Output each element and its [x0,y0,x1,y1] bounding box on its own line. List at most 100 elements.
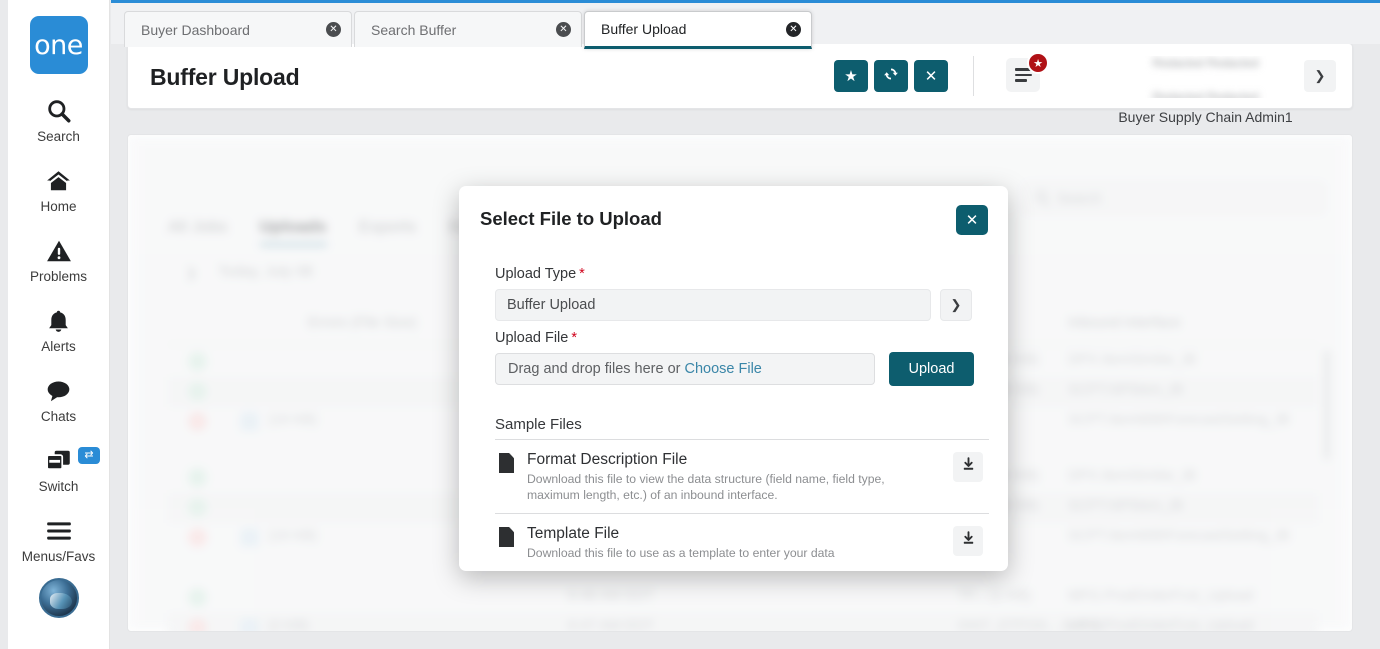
close-icon[interactable]: ✕ [556,22,571,37]
close-page-button[interactable]: ✕ [914,60,948,92]
cell-interface: MFG.ProdOrderFcst_Upload [1068,618,1253,632]
refresh-button[interactable] [874,60,908,92]
menu-notification-badge: ★ [1027,52,1049,74]
tab-label: Buffer Upload [601,21,778,37]
download-button[interactable] [953,452,983,482]
file-document-icon [499,527,514,547]
cell-interface: SCPT.NPIItem_IB [1068,382,1183,398]
choose-file-link[interactable]: Choose File [685,361,762,377]
tab-label: Search Buffer [371,22,548,38]
close-icon[interactable]: ✕ [326,22,341,37]
cell-file-size: TF... (1 KB) [958,588,1031,604]
table-row[interactable]: (2 KB) 6:47 AM EDT 0447_DTFGIt... (1 KB)… [168,613,1318,632]
avatar[interactable] [39,578,79,618]
upload-type-label: Upload Type* [495,266,585,282]
upload-type-select[interactable]: Buffer Upload [495,289,931,321]
status-ok-icon [188,468,207,487]
tab-exports[interactable]: Exports [359,217,417,246]
status-ok-icon [188,382,207,401]
sidebar-item-label: Menus/Favs [22,549,96,564]
sidebar-item-label: Home [40,199,76,214]
list-item: Format Description File Download this fi… [495,440,989,514]
upload-type-label-text: Upload Type [495,266,576,282]
sidebar-item-menus-favs[interactable]: Menus/Favs [8,516,109,564]
hamburger-icon [45,516,73,546]
tab-buffer-upload[interactable]: Buffer Upload ✕ [584,11,812,49]
download-icon[interactable] [240,528,259,547]
status-error-icon [188,618,207,632]
app-root: one Search Home Problems Alerts [0,0,1380,649]
user-name-line-1: Redacted Redacted [1118,56,1293,70]
sample-file-description: Download this file to view the data stru… [527,471,912,503]
chevron-down-icon: ❯ [1315,68,1326,84]
download-icon[interactable] [240,412,259,431]
dialog-close-button[interactable]: ✕ [956,205,988,235]
status-error-icon [188,528,207,547]
cell-job-start: 6:47 AM EDT [568,618,654,632]
user-menu-button[interactable]: ❯ [1304,60,1336,92]
chevron-down-icon[interactable]: ❯ [186,265,197,281]
sidebar-item-label: Alerts [41,339,76,354]
chat-bubble-icon [45,376,72,406]
chevron-down-icon: ❯ [951,297,962,313]
tab-buyer-dashboard[interactable]: Buyer Dashboard ✕ [124,11,352,47]
star-icon: ★ [1033,57,1043,70]
one-network-logo[interactable]: one [30,16,88,74]
cell-interface: DPX.ItemSimilar_IB [1068,468,1196,484]
column-errors: Errors (File Size) [308,315,417,331]
upload-type-value: Buffer Upload [507,297,595,313]
user-role-label: Buyer Supply Chain Admin1 [1113,109,1298,125]
jobs-search-input[interactable]: Search [1024,183,1324,213]
download-icon[interactable] [240,618,259,632]
required-marker: * [571,330,577,346]
upload-button[interactable]: Upload [889,352,974,386]
close-icon[interactable]: ✕ [786,22,801,37]
file-dropzone[interactable]: Drag and drop files here or Choose File [495,353,875,385]
warning-triangle-icon [46,236,72,266]
star-icon: ★ [844,67,857,85]
status-ok-icon [188,588,207,607]
cell-interface: DPX.ItemSimilar_IB [1068,352,1196,368]
jobs-tab-bar: All Jobs Uploads Exports Batch [168,217,492,246]
cell-interface: SCPT.ItemWithForecastSetting_IB [1068,412,1290,428]
upload-file-label-text: Upload File [495,330,568,346]
download-button[interactable] [953,526,983,556]
sidebar-item-label: Problems [30,269,87,284]
refresh-icon [883,66,899,86]
favorite-button[interactable]: ★ [834,60,868,92]
sidebar-item-home[interactable]: Home [8,166,109,214]
search-icon [1036,191,1047,202]
cell-interface: MFG.ProdOrderFcst_Upload [1068,588,1253,604]
list-item: Template File Download this file to use … [495,514,989,571]
sidebar-item-chats[interactable]: Chats [8,376,109,424]
tab-label: Buyer Dashboard [141,22,318,38]
upload-type-dropdown-button[interactable]: ❯ [940,289,972,321]
sidebar-item-label: Switch [39,479,79,494]
sample-file-name: Template File [527,524,989,543]
column-inbound-interface: Inbound Interface [1068,315,1181,331]
swap-arrows-icon[interactable]: ⇄ [78,447,100,464]
header-divider [973,56,974,96]
sample-files-list: Format Description File Download this fi… [495,439,989,571]
required-marker: * [579,266,585,282]
dialog-title: Select File to Upload [480,208,662,230]
sidebar-item-switch[interactable]: ⇄ Switch [8,446,109,494]
tab-search-buffer[interactable]: Search Buffer ✕ [354,11,582,47]
cell-interface: SCPT.NPIItem_IB [1068,498,1183,514]
table-row[interactable]: 6:48 AM EDT TF... (1 KB) MFG.ProdOrderFc… [168,583,1318,613]
sidebar-item-problems[interactable]: Problems [8,236,109,284]
status-ok-icon [188,352,207,371]
cell-job-start: 6:48 AM EDT [568,588,654,604]
scrollbar-thumb[interactable] [1324,350,1330,460]
tab-uploads[interactable]: Uploads [260,217,327,246]
close-x-icon: ✕ [925,67,938,85]
status-ok-icon [188,498,207,517]
search-icon [46,96,72,126]
sample-file-name: Format Description File [527,450,989,469]
sidebar-item-search[interactable]: Search [8,96,109,144]
download-icon [961,531,976,551]
sidebar-item-alerts[interactable]: Alerts [8,306,109,354]
tab-all-jobs[interactable]: All Jobs [168,217,228,246]
sidebar-item-label: Search [37,129,80,144]
close-x-icon: ✕ [966,211,979,229]
